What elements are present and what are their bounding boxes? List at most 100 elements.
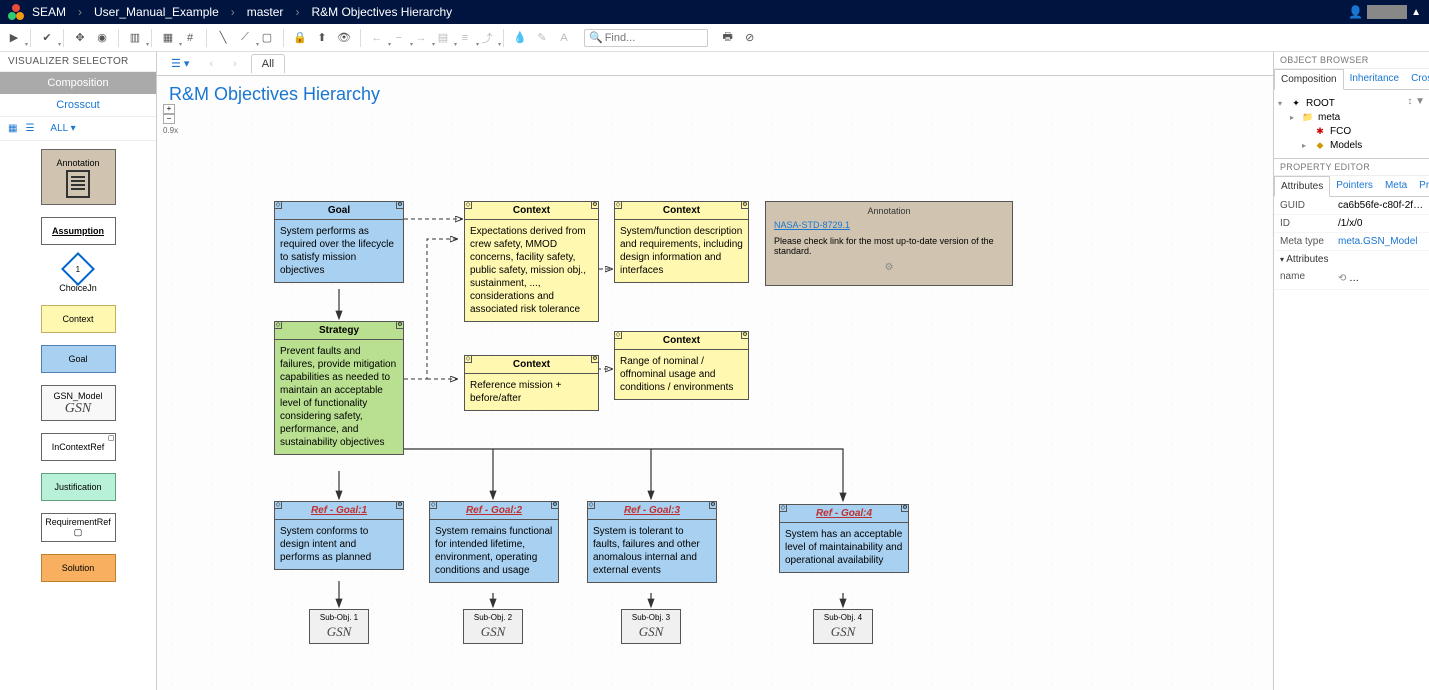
tab-prev-icon[interactable]: ‹ bbox=[203, 55, 219, 73]
node-strategy[interactable]: ◇⚙ Strategy Prevent faults and failures,… bbox=[274, 321, 404, 455]
node-refgoal-3[interactable]: ◇⚙ Ref - Goal:3 System is tolerant to fa… bbox=[587, 501, 717, 583]
metatype-link[interactable]: meta.GSN_Model bbox=[1334, 233, 1429, 250]
prop-tab-pointers[interactable]: Pointers bbox=[1330, 176, 1379, 196]
pen-icon[interactable]: ✎ bbox=[532, 28, 552, 48]
layers-icon[interactable]: ▤ bbox=[433, 28, 453, 48]
breadcrumb-sep-icon: › bbox=[231, 5, 235, 19]
tree-meta[interactable]: ▸📁meta bbox=[1290, 110, 1425, 124]
name-input[interactable] bbox=[1349, 271, 1429, 286]
palette-gsnmodel[interactable]: GSN_Model GSN bbox=[41, 385, 116, 421]
palette-solution[interactable]: Solution bbox=[41, 554, 116, 582]
annotation-link[interactable]: NASA-STD-8729.1 bbox=[774, 220, 850, 230]
palette-goal[interactable]: Goal bbox=[41, 345, 116, 373]
tree-fco[interactable]: ✱FCO bbox=[1302, 124, 1425, 138]
right-panel: OBJECT BROWSER Composition Inheritance C… bbox=[1273, 52, 1429, 690]
diagram-canvas[interactable]: ◇⚙ Goal System performs as required over… bbox=[157, 109, 1273, 690]
node-context-2[interactable]: ◇⚙ Context System/function description a… bbox=[614, 201, 749, 283]
tab-next-icon[interactable]: › bbox=[227, 55, 243, 73]
prop-tab-attributes[interactable]: Attributes bbox=[1274, 176, 1330, 197]
notification-icon[interactable]: ▲ bbox=[1411, 7, 1421, 18]
cancel-icon[interactable]: ⊘ bbox=[740, 28, 760, 48]
node-annotation[interactable]: Annotation NASA-STD-8729.1 Please check … bbox=[765, 201, 1013, 286]
find-box: 🔍 bbox=[584, 29, 708, 47]
grid-icon[interactable]: ▦ bbox=[158, 28, 178, 48]
node-goal[interactable]: ◇⚙ Goal System performs as required over… bbox=[274, 201, 404, 283]
palette-assumption[interactable]: Assumption bbox=[41, 217, 116, 245]
zoom-in-button[interactable]: + bbox=[163, 104, 175, 114]
unlock-icon[interactable]: ⬆ bbox=[312, 28, 332, 48]
route-icon[interactable]: ⤴ bbox=[477, 28, 497, 48]
tree-root[interactable]: ▾✦ROOT bbox=[1278, 96, 1407, 110]
node-subobj-4[interactable]: Sub-Obj. 4GSN bbox=[813, 609, 873, 644]
user-icon[interactable]: 👤 bbox=[1348, 5, 1363, 19]
columns-icon[interactable]: ▥ bbox=[125, 28, 145, 48]
node-context-1[interactable]: ◇⚙ Context Expectations derived from cre… bbox=[464, 201, 599, 322]
node-refgoal-2[interactable]: ◇⚙ Ref - Goal:2 System remains functiona… bbox=[429, 501, 559, 583]
eye-icon[interactable]: 👁 bbox=[334, 28, 354, 48]
search-icon: 🔍 bbox=[589, 31, 603, 44]
gear-icon[interactable]: ⚙ bbox=[774, 262, 1004, 273]
hash-icon[interactable]: # bbox=[180, 28, 200, 48]
check-button[interactable]: ✔ bbox=[37, 28, 57, 48]
box-icon[interactable]: ▢ bbox=[257, 28, 277, 48]
redo-icon[interactable]: → bbox=[411, 28, 431, 48]
palette-requirementref[interactable]: RequirementRef▢ bbox=[41, 513, 116, 542]
canvas-tabs: ☰ ▾ ‹ › All bbox=[157, 52, 1273, 76]
lock-icon[interactable]: 🔒 bbox=[290, 28, 310, 48]
breadcrumb-app[interactable]: SEAM bbox=[32, 5, 66, 19]
node-refgoal-4[interactable]: ◇⚙ Ref - Goal:4 System has an acceptable… bbox=[779, 504, 909, 573]
tab-list-icon[interactable]: ☰ ▾ bbox=[165, 54, 195, 73]
palette-justification[interactable]: Justification bbox=[41, 473, 116, 501]
node-subobj-1[interactable]: Sub-Obj. 1GSN bbox=[309, 609, 369, 644]
browser-tab-inheritance[interactable]: Inheritance bbox=[1344, 69, 1405, 89]
minus-icon[interactable]: − bbox=[389, 28, 409, 48]
tree-collapse-icon[interactable]: ↕ bbox=[1407, 96, 1412, 107]
tab-composition[interactable]: Composition bbox=[0, 72, 156, 94]
print-icon[interactable]: 🖶 bbox=[718, 28, 738, 48]
move-icon[interactable]: ✥ bbox=[70, 28, 90, 48]
prop-tab-preferences[interactable]: Preferences bbox=[1413, 176, 1429, 196]
prop-guid: GUID ca6b56fe-c80f-2fa6... bbox=[1274, 197, 1429, 215]
node-context-3[interactable]: ◇⚙ Context Reference mission + before/af… bbox=[464, 355, 599, 411]
fco-icon: ✱ bbox=[1314, 125, 1326, 137]
undo-icon[interactable]: ← bbox=[367, 28, 387, 48]
breadcrumb-branch[interactable]: master bbox=[247, 5, 284, 19]
line-icon[interactable]: ╲ bbox=[213, 28, 233, 48]
drop-icon[interactable]: 💧 bbox=[510, 28, 530, 48]
target-icon[interactable]: ◉ bbox=[92, 28, 112, 48]
breadcrumb-project[interactable]: User_Manual_Example bbox=[94, 5, 219, 19]
palette-incontextref[interactable]: InContextRef▢ bbox=[41, 433, 116, 461]
text-icon[interactable]: A bbox=[554, 28, 574, 48]
palette-choicejn[interactable]: 1 ChoiceJn bbox=[59, 257, 97, 293]
browser-tab-crosscut[interactable]: Crosscut bbox=[1405, 69, 1429, 89]
list-view-icon[interactable]: ☰ bbox=[25, 123, 34, 134]
play-button[interactable]: ▶ bbox=[4, 28, 24, 48]
grid-view-icon[interactable]: ▦ bbox=[8, 123, 17, 134]
palette-annotation[interactable]: Annotation bbox=[41, 149, 116, 205]
browser-tab-composition[interactable]: Composition bbox=[1274, 69, 1344, 90]
tab-all[interactable]: All bbox=[251, 54, 285, 73]
align-icon[interactable]: ≡ bbox=[455, 28, 475, 48]
palette-context[interactable]: Context bbox=[41, 305, 116, 333]
toolbar: ▶ ✔ ✥ ◉ ▥ ▦ # ╲ ⟋ ▢ 🔒 ⬆ 👁 ← − → ▤ ≡ ⤴ 💧 … bbox=[0, 24, 1429, 52]
node-refgoal-1[interactable]: ◇⚙ Ref - Goal:1 System conforms to desig… bbox=[274, 501, 404, 570]
user-menu[interactable] bbox=[1367, 5, 1407, 19]
filter-all[interactable]: ALL ▾ bbox=[50, 123, 75, 134]
header-right: 👤 ▲ bbox=[1348, 5, 1421, 19]
prop-metatype: Meta type meta.GSN_Model bbox=[1274, 233, 1429, 251]
node-subobj-3[interactable]: Sub-Obj. 3GSN bbox=[621, 609, 681, 644]
attributes-section-header[interactable]: Attributes bbox=[1274, 251, 1429, 268]
tab-crosscut[interactable]: Crosscut bbox=[0, 94, 156, 116]
zoom-out-button[interactable]: − bbox=[163, 114, 175, 124]
connector-icon[interactable]: ⟋ bbox=[235, 28, 255, 48]
node-context-4[interactable]: ◇⚙ Context Range of nominal / offnominal… bbox=[614, 331, 749, 400]
breadcrumb-node[interactable]: R&M Objectives Hierarchy bbox=[311, 5, 452, 19]
reset-icon[interactable]: ⟲ bbox=[1338, 273, 1346, 284]
object-browser-header: OBJECT BROWSER bbox=[1274, 52, 1429, 69]
find-input[interactable] bbox=[603, 30, 703, 46]
prop-tab-meta[interactable]: Meta bbox=[1379, 176, 1413, 196]
tree-filter-icon[interactable]: ▼ bbox=[1415, 96, 1425, 107]
folder-icon: 📁 bbox=[1302, 111, 1314, 123]
tree-models[interactable]: ▸◆Models bbox=[1302, 138, 1425, 152]
node-subobj-2[interactable]: Sub-Obj. 2GSN bbox=[463, 609, 523, 644]
